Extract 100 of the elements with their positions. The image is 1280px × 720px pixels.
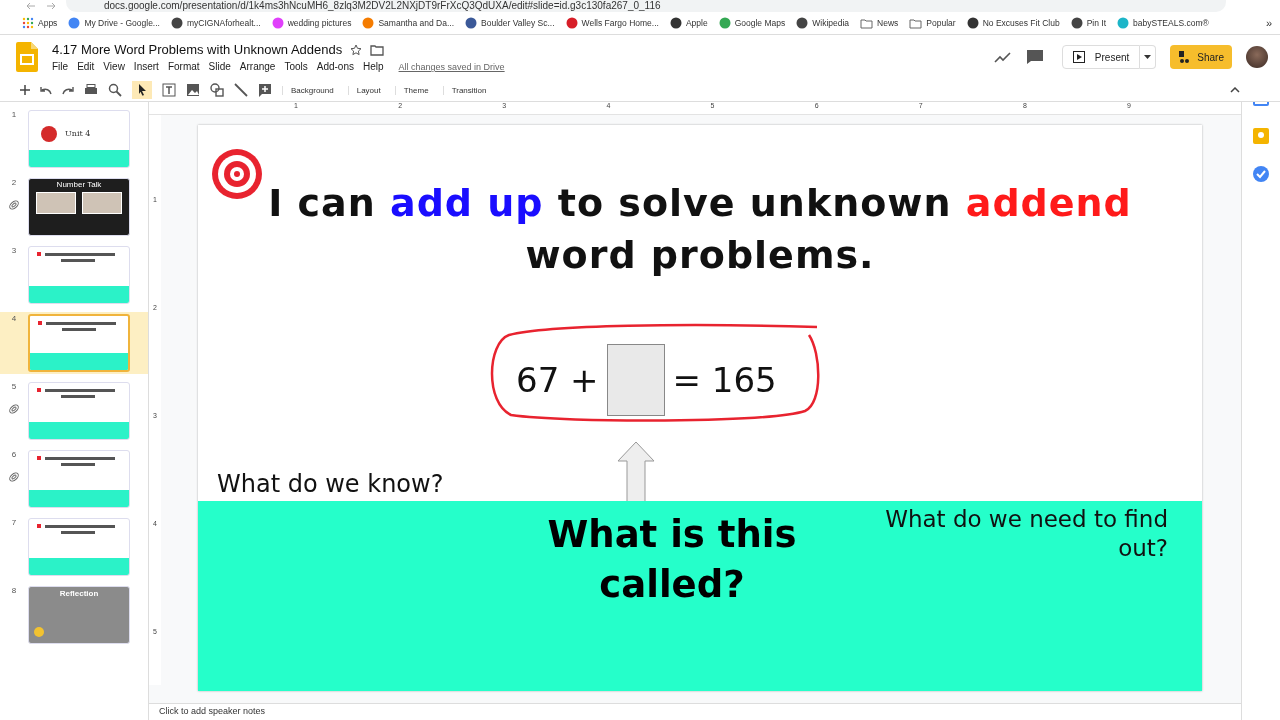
slide-thumbnail-row[interactable]: 2 Number Talk <box>0 176 148 238</box>
redo-icon[interactable] <box>62 85 74 95</box>
menu-item[interactable]: Tools <box>284 61 308 72</box>
bookmark[interactable]: Google Maps <box>718 17 786 29</box>
site-icon <box>68 17 81 29</box>
text-box-icon[interactable] <box>162 83 176 97</box>
bookmark[interactable]: News <box>860 17 899 29</box>
site-icon <box>1070 17 1083 29</box>
slide-thumbnail-row[interactable]: 8 Reflection <box>0 584 148 646</box>
line-icon[interactable] <box>234 83 248 97</box>
slide-thumbnail[interactable] <box>28 246 130 304</box>
menu-item[interactable]: Format <box>167 61 200 72</box>
site-icon <box>170 17 183 29</box>
menu-item[interactable]: File <box>52 61 69 72</box>
zoom-icon[interactable] <box>108 83 122 97</box>
add-comment-icon[interactable] <box>258 83 272 97</box>
menu-item[interactable]: Edit <box>77 61 95 72</box>
star-icon[interactable] <box>350 43 363 56</box>
slide-thumbnail[interactable]: Number Talk <box>28 178 130 236</box>
speaker-notes-field[interactable]: Click to add speaker notes <box>149 703 1241 720</box>
menu-item[interactable]: Arrange <box>239 61 276 72</box>
save-status-link[interactable]: All changes saved in Drive <box>398 62 505 72</box>
menu-item[interactable]: View <box>103 61 125 72</box>
slide-number: 6 <box>11 450 17 459</box>
folder-icon <box>909 17 923 29</box>
slide-thumbnail-row[interactable]: 6 <box>0 448 148 510</box>
blank-box <box>606 344 665 416</box>
bookmark[interactable]: wedding pictures <box>271 17 352 29</box>
undo-icon[interactable] <box>40 85 52 95</box>
share-button[interactable]: Share <box>1170 45 1232 69</box>
bookmark[interactable]: Apple <box>669 17 708 29</box>
slide-thumbnail[interactable] <box>28 450 130 508</box>
site-icon <box>465 17 478 29</box>
slide-thumbnail[interactable] <box>28 314 130 372</box>
comment-icon[interactable] <box>1025 49 1044 65</box>
slide-number: 4 <box>11 314 17 323</box>
site-icon <box>966 17 979 29</box>
slide-thumbnail[interactable]: Unit 4 <box>28 110 130 168</box>
shape-icon[interactable] <box>210 83 224 97</box>
menu-item[interactable]: Add-ons <box>316 61 354 72</box>
slide-thumbnail-row[interactable]: 4 <box>0 312 148 374</box>
menu-item[interactable]: Insert <box>133 61 159 72</box>
prompt-text: What do we know? <box>217 470 444 498</box>
plus-icon[interactable] <box>20 85 30 95</box>
caret-icon <box>1144 54 1152 60</box>
bookmark[interactable]: babySTEALS.com® <box>1117 17 1209 29</box>
thumbnail-title: Number Talk <box>56 180 102 189</box>
question-text: What is this called? <box>546 512 798 608</box>
bookmark[interactable]: Pin It <box>1070 17 1107 29</box>
equation-text: = 165 <box>672 360 777 400</box>
emoji-icon <box>34 627 44 637</box>
slide-thumbnail-row[interactable]: 1 Unit 4 <box>0 108 148 170</box>
toolbar-button[interactable]: Background <box>282 85 338 95</box>
bookmark[interactable]: myCIGNAforhealt... <box>170 17 261 29</box>
site-icon <box>1117 17 1130 29</box>
slide-thumbnail-row[interactable]: 3 <box>0 244 148 306</box>
bookmark[interactable]: My Drive - Google... <box>68 17 160 29</box>
select-cursor-icon[interactable] <box>132 81 152 99</box>
collapse-caret-icon[interactable] <box>1230 87 1240 93</box>
toolbar-button[interactable]: Layout <box>347 85 385 95</box>
slide-heading: I can add up to solve unknown addend word problems. <box>267 180 1133 279</box>
toolbar-button[interactable]: Transition <box>442 85 491 95</box>
toolbar-button[interactable]: Theme <box>394 85 433 95</box>
tasks-icon[interactable] <box>1253 166 1269 182</box>
equation-text: 67 + <box>516 360 599 400</box>
play-icon <box>1072 51 1085 63</box>
bookmark[interactable]: Wells Fargo Home... <box>565 17 659 29</box>
target-icon <box>210 147 264 201</box>
apps-grid-icon <box>22 17 34 29</box>
present-options-button[interactable] <box>1140 45 1157 69</box>
prompt-text: What do we need to find out? <box>884 505 1168 563</box>
folder-icon[interactable] <box>370 43 385 56</box>
slide-number: 1 <box>11 110 17 119</box>
slide-thumbnail-row[interactable]: 5 <box>0 380 148 442</box>
slide-number: 5 <box>11 382 17 391</box>
bookmark[interactable]: Apps <box>22 17 58 29</box>
more-bookmarks[interactable]: » <box>1265 17 1272 29</box>
thumbnail-title: Reflection <box>59 589 99 598</box>
document-title[interactable]: 4.17 More Word Problems with Unknown Addends <box>52 42 343 57</box>
bookmark[interactable]: Samantha and Da... <box>362 17 455 29</box>
bookmark[interactable]: Boulder Valley Sc... <box>465 17 555 29</box>
avatar[interactable] <box>1246 46 1268 68</box>
photo-placeholder <box>36 192 76 214</box>
bookmark[interactable]: No Excuses Fit Club <box>966 17 1060 29</box>
slide-thumbnail[interactable] <box>28 518 130 576</box>
site-icon <box>271 17 284 29</box>
bookmark[interactable]: Wikipedia <box>796 17 850 29</box>
thumbnail-title: Unit 4 <box>65 129 91 138</box>
print-icon[interactable] <box>84 84 98 96</box>
activity-trend-icon[interactable] <box>993 51 1012 63</box>
slide-number: 3 <box>11 246 17 255</box>
bookmark[interactable]: Popular <box>909 17 956 29</box>
image-icon[interactable] <box>186 83 200 97</box>
slide-thumbnail-row[interactable]: 7 <box>0 516 148 578</box>
present-button[interactable]: Present <box>1061 45 1141 69</box>
slide-number: 2 <box>11 178 17 187</box>
menu-item[interactable]: Help <box>363 61 384 72</box>
slide-thumbnail[interactable] <box>28 382 130 440</box>
menu-item[interactable]: Slide <box>208 61 231 72</box>
address-bar[interactable]: docs.google.com/presentation/d/1k4ms3hNcuMH6_8zlq3M2DV2L2NXjDT9rFrXcQ3QdUXA/edit#slide=id.g3c130fa267_0_116 <box>66 0 1226 12</box>
